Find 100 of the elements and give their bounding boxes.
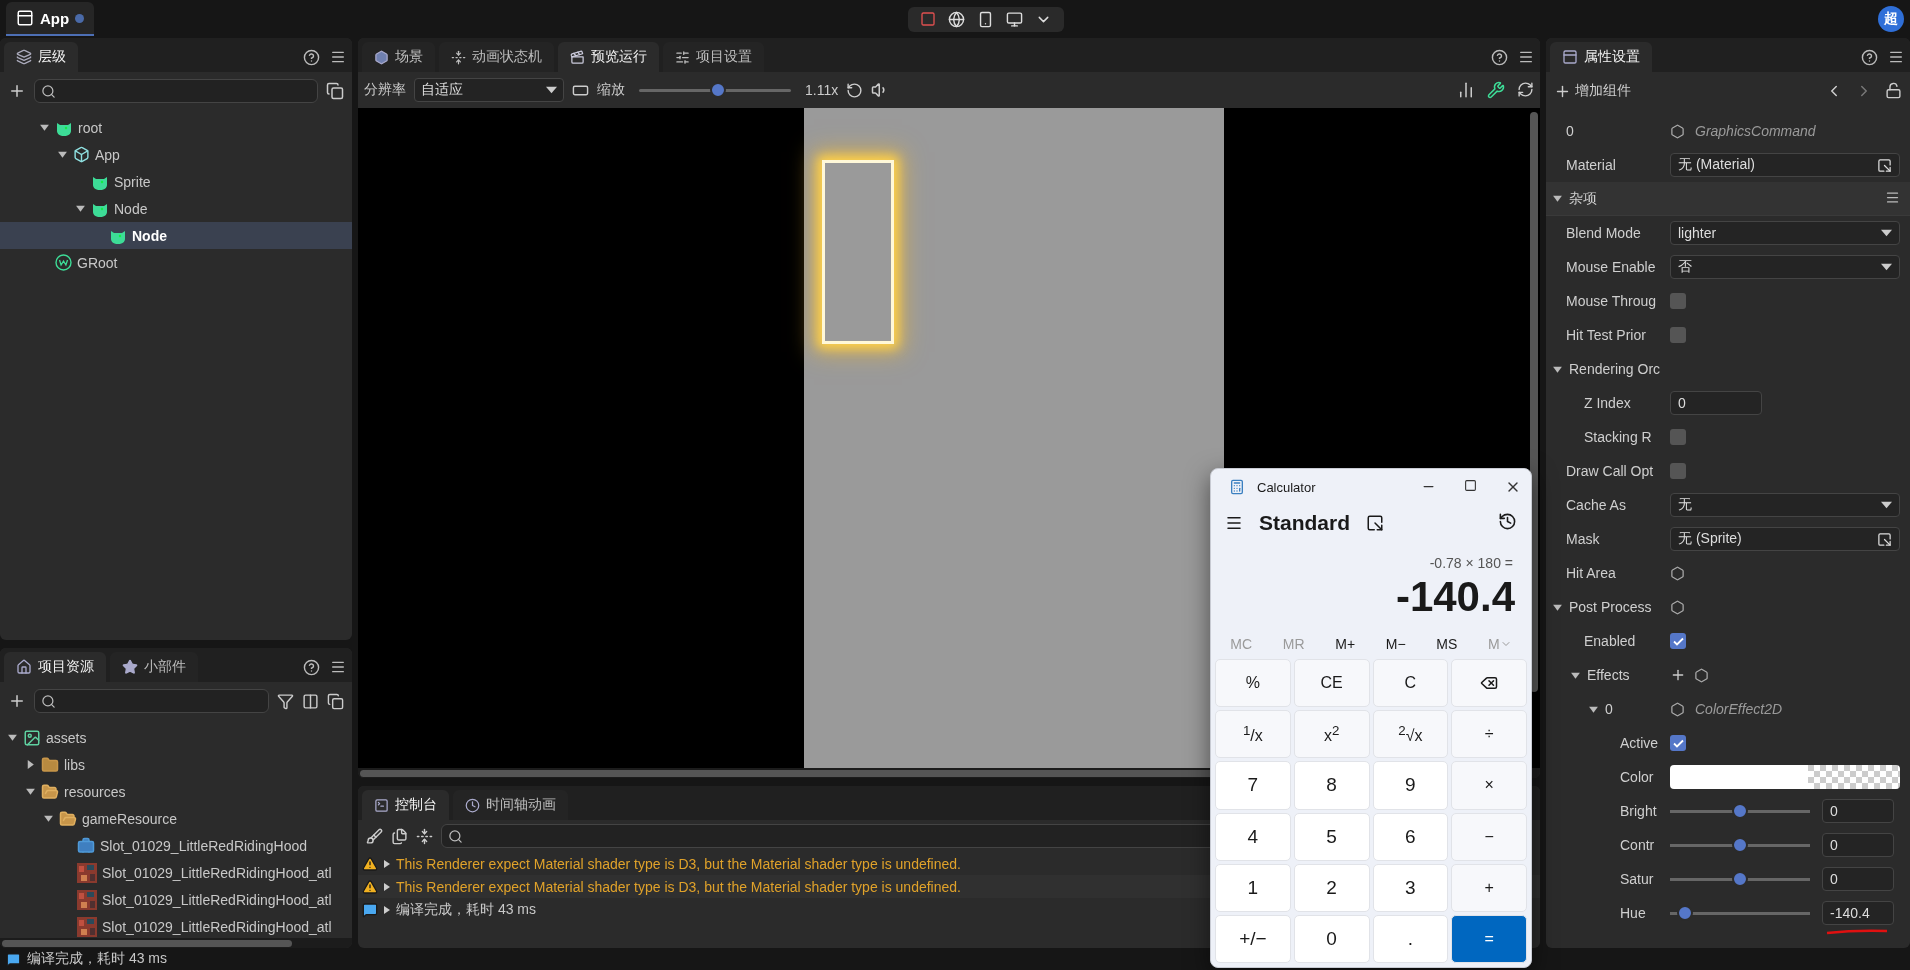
tree-item[interactable]: Node [0, 222, 352, 249]
tree-item[interactable]: Slot_01029_LittleRedRidingHood_atl [0, 859, 352, 886]
search-field[interactable] [34, 689, 269, 713]
number-field[interactable]: 0 [1822, 833, 1894, 857]
asset-field[interactable]: 无 (Material) [1670, 153, 1900, 177]
add-component-button[interactable]: 增加组件 [1554, 82, 1631, 100]
app-tab[interactable]: App [6, 2, 95, 36]
calculator-key[interactable]: CE [1293, 659, 1370, 708]
checkbox[interactable] [1670, 735, 1686, 751]
globe-icon[interactable] [948, 10, 966, 28]
dropdown[interactable]: 否 [1670, 255, 1900, 279]
help-icon[interactable] [303, 48, 320, 66]
backspace-button[interactable] [1451, 659, 1527, 708]
tree-item[interactable]: assets [0, 724, 352, 751]
caret-icon[interactable] [42, 813, 54, 824]
caret-icon[interactable] [24, 786, 36, 797]
tree-item[interactable]: GRoot [0, 249, 352, 276]
menu-icon[interactable] [1518, 49, 1534, 65]
asset-field[interactable]: 无 (Sprite) [1670, 527, 1900, 551]
editor-tab[interactable]: 项目设置 [663, 42, 764, 72]
monitor-icon[interactable] [1006, 10, 1024, 28]
checkbox[interactable] [1670, 327, 1686, 343]
number-field[interactable]: 0 [1822, 799, 1894, 823]
tree-item[interactable]: Slot_01029_LittleRedRidingHood_atl [0, 886, 352, 913]
help-icon[interactable] [303, 658, 320, 676]
caret-icon[interactable] [74, 203, 86, 214]
calculator-key[interactable]: x$^{2}$ [1293, 710, 1370, 759]
calculator-key[interactable]: 1 [1215, 863, 1291, 912]
memory-button[interactable]: M− [1379, 635, 1412, 653]
menu-icon[interactable] [1888, 49, 1904, 65]
expand-arrow-icon[interactable] [383, 858, 391, 869]
user-avatar[interactable]: 超 [1878, 6, 1904, 32]
checkbox[interactable] [1670, 633, 1686, 649]
tree-item[interactable]: Slot_01029_LittleRedRidingHood_atl [0, 913, 352, 938]
tree-item[interactable]: root [0, 114, 352, 141]
reset-icon[interactable] [846, 81, 864, 99]
tree-item[interactable]: resources [0, 778, 352, 805]
calculator-key[interactable]: − [1451, 812, 1527, 861]
tree-item[interactable]: App [0, 141, 352, 168]
calculator-key[interactable]: +/− [1215, 914, 1291, 963]
help-icon[interactable] [1491, 48, 1508, 66]
keep-on-top-icon[interactable] [1366, 514, 1384, 532]
tree-item[interactable]: Sprite [0, 168, 352, 195]
caret-icon[interactable] [38, 122, 50, 133]
panel-tab[interactable]: 时间轴动画 [453, 790, 568, 820]
copy-icon[interactable] [391, 827, 408, 845]
history-icon[interactable] [1498, 512, 1517, 531]
panel-tab[interactable]: 项目资源 [4, 652, 106, 682]
collapse-icon[interactable] [416, 827, 433, 845]
calculator-key[interactable]: % [1215, 659, 1291, 708]
caret-icon[interactable] [56, 149, 68, 160]
add-icon[interactable] [1670, 667, 1686, 683]
caret-icon[interactable] [6, 732, 18, 743]
checkbox[interactable] [1670, 463, 1686, 479]
slider-thumb[interactable] [1732, 836, 1748, 853]
input-field[interactable]: 0 [1670, 391, 1762, 415]
dropdown[interactable]: 无 [1670, 493, 1900, 517]
menu-icon[interactable] [330, 49, 346, 65]
add-icon[interactable] [8, 692, 26, 710]
bar-chart-icon[interactable] [1457, 81, 1475, 99]
panel-tab[interactable]: 小部件 [110, 652, 198, 682]
calculator-key[interactable]: ÷ [1451, 710, 1527, 759]
checkbox[interactable] [1670, 293, 1686, 309]
calculator-key[interactable]: 4 [1215, 812, 1291, 861]
stop-icon[interactable] [920, 11, 937, 27]
panel-tab[interactable]: 属性设置 [1550, 42, 1652, 72]
editor-tab[interactable]: 预览运行 [558, 42, 659, 72]
resolution-dropdown[interactable]: 自适应 [414, 78, 564, 102]
panel-tab[interactable]: 控制台 [362, 790, 449, 820]
checkbox[interactable] [1670, 429, 1686, 445]
calculator-key[interactable]: 6 [1372, 812, 1449, 861]
equals-button[interactable]: = [1451, 914, 1527, 963]
editor-tab[interactable]: 场景 [362, 42, 435, 72]
add-icon[interactable] [8, 82, 26, 100]
editor-tab[interactable]: 动画状态机 [439, 42, 554, 72]
calculator-key[interactable]: 3 [1372, 863, 1449, 912]
calculator-key[interactable]: + [1451, 863, 1527, 912]
dropdown[interactable]: lighter [1670, 221, 1900, 245]
tree-item[interactable]: Node [0, 195, 352, 222]
calculator-key[interactable]: $^{2}$√x [1372, 710, 1449, 759]
search-field[interactable] [34, 79, 318, 103]
tree-item[interactable]: gameResource [0, 805, 352, 832]
calculator-key[interactable]: 5 [1293, 812, 1370, 861]
calculator-key[interactable]: 8 [1293, 761, 1370, 810]
broom-icon[interactable] [366, 827, 383, 845]
menu-icon[interactable] [1885, 189, 1900, 205]
refresh-icon[interactable] [1517, 81, 1534, 98]
tree-item[interactable]: libs [0, 751, 352, 778]
menu-icon[interactable] [330, 659, 346, 675]
number-field[interactable]: 0 [1822, 867, 1894, 891]
slider-thumb[interactable] [1732, 802, 1748, 819]
calculator-key[interactable]: . [1372, 914, 1449, 963]
calculator-key[interactable]: C [1372, 659, 1449, 708]
wrench-icon[interactable] [1487, 81, 1505, 99]
calculator-key[interactable]: 2 [1293, 863, 1370, 912]
filter-icon[interactable] [277, 692, 294, 710]
panel-tab[interactable]: 层级 [4, 42, 78, 72]
unlock-icon[interactable] [1885, 82, 1902, 99]
calculator-key[interactable]: 9 [1372, 761, 1449, 810]
tree-item[interactable]: Slot_01029_LittleRedRidingHood [0, 832, 352, 859]
